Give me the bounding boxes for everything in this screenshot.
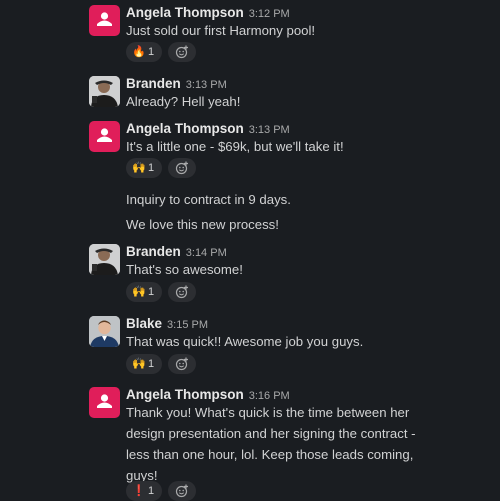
- raised-hands-emoji: 🙌: [132, 162, 146, 174]
- avatar[interactable]: [89, 316, 120, 347]
- timestamp[interactable]: 3:13 PM: [186, 79, 227, 91]
- author-name[interactable]: Branden: [126, 76, 181, 91]
- add-reaction-button[interactable]: [168, 158, 196, 178]
- message-text: That's so awesome!: [126, 262, 243, 277]
- reaction-count: 1: [148, 286, 155, 298]
- add-reaction-button[interactable]: [168, 354, 196, 374]
- message-text: Already? Hell yeah!: [126, 94, 241, 109]
- raised-hands-emoji: 🙌: [132, 286, 146, 298]
- timestamp[interactable]: 3:15 PM: [167, 319, 208, 331]
- timestamp[interactable]: 3:14 PM: [186, 247, 227, 259]
- reaction-count: 1: [148, 46, 155, 58]
- message-text: Just sold our first Harmony pool!: [126, 23, 316, 38]
- slack-default-avatar-icon: [97, 12, 112, 26]
- reaction-pill[interactable]: 🙌 1: [126, 282, 162, 302]
- slack-default-avatar-icon: [97, 394, 112, 408]
- reaction-pill[interactable]: 🙌 1: [126, 354, 162, 374]
- reaction-count: 1: [148, 162, 155, 174]
- author-name[interactable]: Branden: [126, 244, 181, 259]
- avatar[interactable]: [89, 5, 120, 36]
- timestamp[interactable]: 3:16 PM: [249, 390, 290, 402]
- add-reaction-icon: [175, 285, 188, 299]
- add-reaction-button[interactable]: [168, 42, 196, 62]
- message-text: It's a little one - $69k, but we'll take…: [126, 139, 344, 154]
- message-text: That was quick!! Awesome job you guys.: [126, 334, 364, 349]
- message-text: We love this new process!: [126, 217, 279, 232]
- avatar[interactable]: [89, 121, 120, 152]
- avatar[interactable]: [89, 76, 120, 107]
- add-reaction-icon: [175, 357, 188, 371]
- avatar[interactable]: [89, 244, 120, 275]
- add-reaction-icon: [175, 161, 188, 175]
- branden-photo-icon: [89, 76, 120, 107]
- add-reaction-button[interactable]: [168, 282, 196, 302]
- blake-photo-icon: [89, 316, 120, 347]
- reaction-pill[interactable]: ❗ 1: [126, 481, 162, 501]
- add-reaction-icon: [175, 484, 188, 498]
- add-reaction-button[interactable]: [168, 481, 196, 501]
- message-text: Inquiry to contract in 9 days.: [126, 192, 291, 207]
- timestamp[interactable]: 3:13 PM: [249, 124, 290, 136]
- timestamp[interactable]: 3:12 PM: [249, 8, 290, 20]
- reaction-pill[interactable]: 🙌 1: [126, 158, 162, 178]
- author-name[interactable]: Angela Thompson: [126, 387, 244, 402]
- reaction-count: 1: [148, 358, 155, 370]
- avatar[interactable]: [89, 387, 120, 418]
- branden-photo-icon: [89, 244, 120, 275]
- reaction-count: 1: [148, 485, 155, 497]
- reaction-pill[interactable]: 🔥 1: [126, 42, 162, 62]
- author-name[interactable]: Angela Thompson: [126, 121, 244, 136]
- fire-emoji: 🔥: [132, 46, 146, 58]
- slack-default-avatar-icon: [97, 128, 112, 142]
- message-text: Thank you! What's quick is the time betw…: [126, 405, 416, 483]
- author-name[interactable]: Angela Thompson: [126, 5, 244, 20]
- raised-hands-emoji: 🙌: [132, 358, 146, 370]
- add-reaction-icon: [175, 45, 188, 59]
- author-name[interactable]: Blake: [126, 316, 162, 331]
- exclamation-emoji: ❗: [132, 485, 146, 497]
